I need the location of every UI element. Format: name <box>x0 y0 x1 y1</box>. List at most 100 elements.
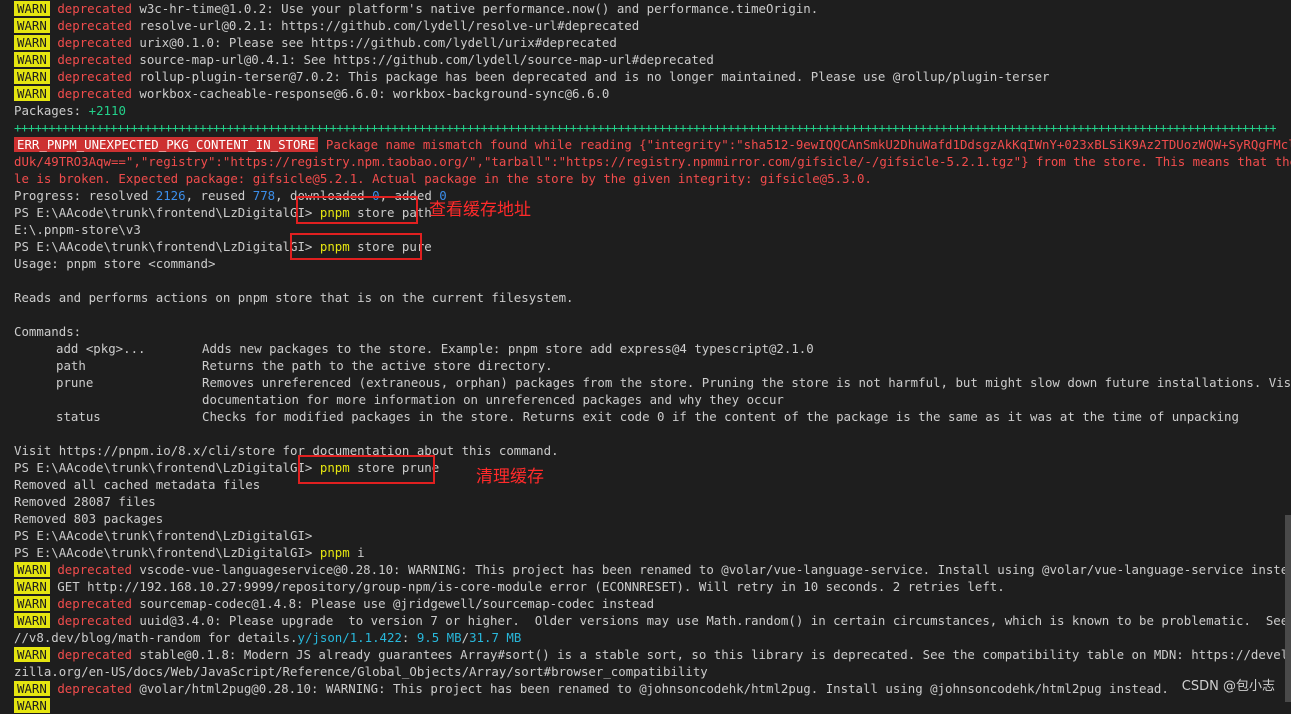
prompt-line: PS E:\AAcode\trunk\frontend\LzDigitalGI>… <box>14 238 1276 255</box>
error-line-continued: le is broken. Expected package: gifsicle… <box>14 171 872 186</box>
warn-line: WARN deprecated sourcemap-codec@1.4.8: P… <box>14 595 1276 612</box>
command-row-name: add <pkg>... <box>56 341 146 356</box>
watermark: CSDN @包小志 <box>1181 679 1275 694</box>
warn-message: stable@0.1.8: Modern JS already guarante… <box>139 647 1291 662</box>
warn-message: GET http://192.168.10.27:9999/repository… <box>49 579 1005 594</box>
prompt: PS E:\AAcode\trunk\frontend\LzDigitalGI> <box>14 545 320 560</box>
command-row-desc: Adds new packages to the store. Example:… <box>202 341 814 356</box>
progress-separator: ++++++++++++++++++++++++++++++++++++++++… <box>14 120 1276 135</box>
deprecated-label: deprecated <box>57 52 132 67</box>
visit-line: Visit https://pnpm.io/8.x/cli/store for … <box>14 443 559 458</box>
warn-line: WARN deprecated resolve-url@0.2.1: https… <box>14 17 1276 34</box>
warn-message: //v8.dev/blog/math-random for details. <box>14 630 298 645</box>
warn-badge: WARN <box>14 69 50 84</box>
packages-count: +2110 <box>88 103 126 118</box>
warn-line: WARN deprecated vscode-vue-languageservi… <box>14 561 1291 578</box>
progress-label: Progress: resolved <box>14 188 156 203</box>
deprecated-label: deprecated <box>57 1 132 16</box>
terminal-scrollbar[interactable] <box>1285 515 1291 702</box>
deprecated-label: deprecated <box>57 562 132 577</box>
error-line: ERR_PNPM_UNEXPECTED_PKG_CONTENT_IN_STORE… <box>14 136 1291 153</box>
warn-message: urix@0.1.0: Please see https://github.co… <box>139 35 617 50</box>
warn-badge: WARN <box>14 52 50 67</box>
progress-resolved: 2126 <box>155 188 186 203</box>
warn-message: source-map-url@0.4.1: See https://github… <box>139 52 714 67</box>
warn-badge: WARN <box>14 35 50 50</box>
warn-line: WARN deprecated source-map-url@0.4.1: Se… <box>14 51 1276 68</box>
commands-header: Commands: <box>14 324 82 339</box>
annotation-store-prune: 清理缓存 <box>476 467 544 487</box>
usage-line: Usage: pnpm store <command> <box>14 256 216 271</box>
progress-reused: 778 <box>252 188 276 203</box>
warn-badge: WARN <box>14 698 50 713</box>
deprecated-label: deprecated <box>57 35 132 50</box>
warn-badge: WARN <box>14 562 50 577</box>
deprecated-label: deprecated <box>57 681 132 696</box>
error-message: Package name mismatch found while readin… <box>318 137 1291 152</box>
command-row-desc: Checks for modified packages in the stor… <box>202 409 1239 424</box>
download-done: 9.5 MB <box>416 630 462 645</box>
command-row-desc: documentation for more information on un… <box>202 392 784 407</box>
warn-badge: WARN <box>14 596 50 611</box>
progress-label: , reused <box>185 188 253 203</box>
terminal-output[interactable]: WARN deprecated w3c-hr-time@1.0.2: Use y… <box>14 0 1291 714</box>
download-total: 31.7 MB <box>469 630 522 645</box>
deprecated-label: deprecated <box>57 613 132 628</box>
warn-line: WARN deprecated workbox-cacheable-respon… <box>14 85 1276 102</box>
warn-badge: WARN <box>14 1 50 16</box>
progress-line: Progress: resolved 2126, reused 778, dow… <box>14 187 1276 204</box>
warn-message: vscode-vue-languageservice@0.28.10: WARN… <box>139 562 1291 577</box>
download-resource: y/json/1.1.422 <box>297 630 402 645</box>
warn-badge: WARN <box>14 681 50 696</box>
deprecated-label: deprecated <box>57 596 132 611</box>
warn-line: WARN deprecated rollup-plugin-terser@7.0… <box>14 68 1276 85</box>
prompt: PS E:\AAcode\trunk\frontend\LzDigitalGI> <box>14 460 320 475</box>
warn-line: WARN deprecated uuid@3.4.0: Please upgra… <box>14 612 1288 629</box>
command-row-desc: Returns the path to the active store dir… <box>202 358 553 373</box>
command-row: documentation for more information on un… <box>14 391 1276 408</box>
command-args: i <box>349 545 365 560</box>
highlight-box-store-prune <box>298 455 435 484</box>
deprecated-label: deprecated <box>57 69 132 84</box>
warn-message: @volar/html2pug@0.28.10: WARNING: This p… <box>139 681 1169 696</box>
warn-message: rollup-plugin-terser@7.0.2: This package… <box>139 69 1050 84</box>
warn-line-continued: zilla.org/en-US/docs/Web/JavaScript/Refe… <box>14 664 708 679</box>
prompt: PS E:\AAcode\trunk\frontend\LzDigitalGI> <box>14 205 320 220</box>
prompt-line: PS E:\AAcode\trunk\frontend\LzDigitalGI>… <box>14 459 1276 476</box>
deprecated-label: deprecated <box>57 86 132 101</box>
command-name: pnpm <box>319 545 350 560</box>
command-row-desc: Removes unreferenced (extraneous, orphan… <box>202 375 1291 390</box>
packages-line: Packages: +2110 <box>14 102 1276 119</box>
prompt: PS E:\AAcode\trunk\frontend\LzDigitalGI> <box>14 239 320 254</box>
command-row: path Returns the path to the active store… <box>14 357 1276 374</box>
warn-line: WARN deprecated w3c-hr-time@1.0.2: Use y… <box>14 0 1276 17</box>
warn-message: sourcemap-codec@1.4.8: Please use @jridg… <box>139 596 655 611</box>
warn-badge: WARN <box>14 579 50 594</box>
warn-line-continued: //v8.dev/blog/math-random for details.y/… <box>14 629 1276 646</box>
warn-badge: WARN <box>14 86 50 101</box>
command-row-name: path <box>56 358 86 373</box>
highlight-box-store-path <box>296 196 418 224</box>
warn-badge: WARN <box>14 18 50 33</box>
deprecated-label: deprecated <box>57 647 132 662</box>
warn-line: WARN <box>14 697 1276 714</box>
store-path-output: E:\.pnpm-store\v3 <box>14 222 141 237</box>
command-row: prune Removes unreferenced (extraneous, o… <box>14 374 1291 391</box>
command-row-name: prune <box>56 375 94 390</box>
warn-line: WARN deprecated urix@0.1.0: Please see h… <box>14 34 1276 51</box>
command-row: add <pkg>... Adds new packages to the sto… <box>14 340 1276 357</box>
warn-message: workbox-cacheable-response@6.6.0: workbo… <box>139 86 610 101</box>
packages-label: Packages: <box>14 103 89 118</box>
warn-line: WARN GET http://192.168.10.27:9999/repos… <box>14 578 1276 595</box>
prune-output-line: Removed 28087 files <box>14 494 156 509</box>
warn-message: w3c-hr-time@1.0.2: Use your platform's n… <box>139 1 819 16</box>
separator-text: / <box>461 630 470 645</box>
warn-line: WARN deprecated @volar/html2pug@0.28.10:… <box>14 680 1276 697</box>
deprecated-label: deprecated <box>57 18 132 33</box>
prompt-line: PS E:\AAcode\trunk\frontend\LzDigitalGI>… <box>14 544 1276 561</box>
warn-message: uuid@3.4.0: Please upgrade to version 7 … <box>139 613 1291 628</box>
prompt-line: PS E:\AAcode\trunk\frontend\LzDigitalGI>… <box>14 204 1276 221</box>
